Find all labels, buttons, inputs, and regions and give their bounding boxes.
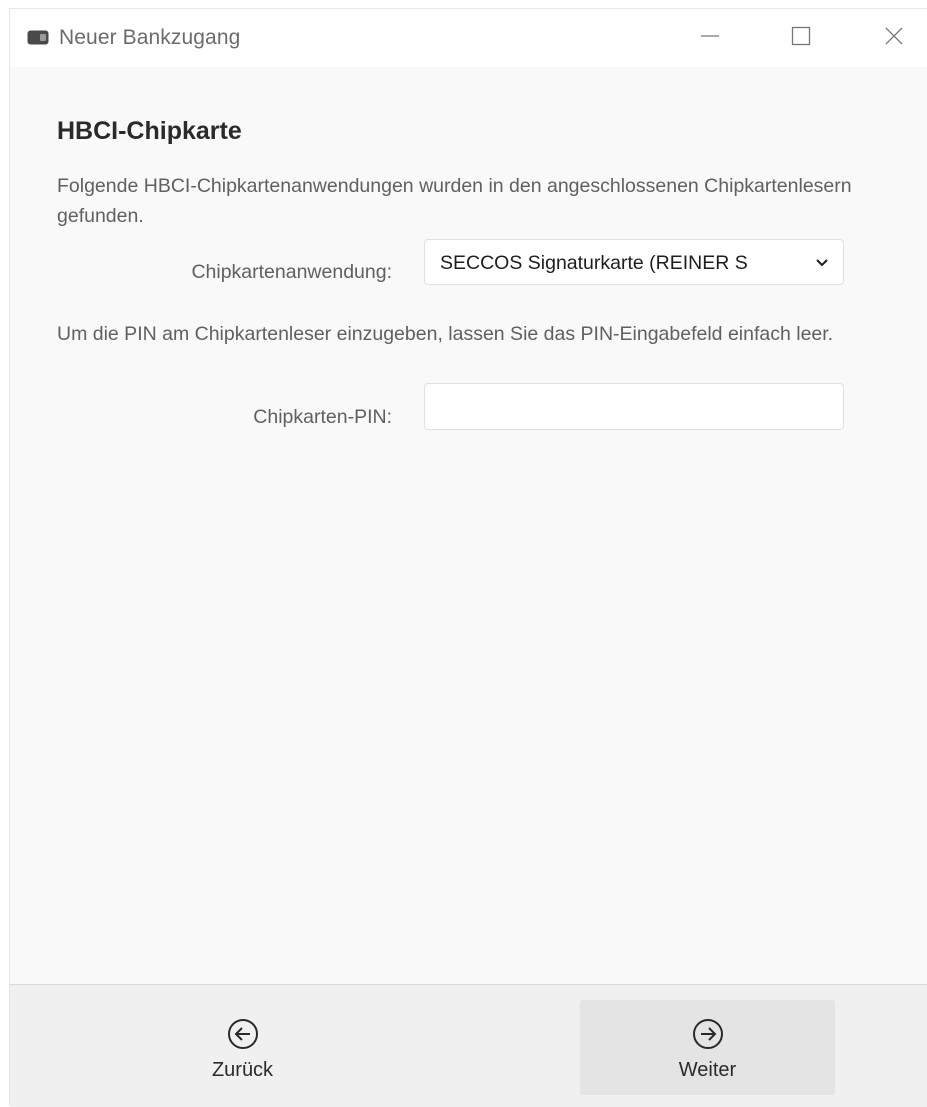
arrow-right-circle-icon (692, 1018, 724, 1050)
pin-input[interactable] (424, 383, 844, 430)
maximize-icon (791, 26, 811, 51)
application-select-value: SECCOS Signaturkarte (REINER S (440, 252, 748, 274)
back-button-label: Zurück (211, 1059, 274, 1081)
minimize-icon (700, 26, 720, 51)
close-icon (884, 26, 904, 51)
minimize-button[interactable] (690, 23, 730, 53)
description-text: Folgende HBCI-Chipkartenanwendungen wurd… (57, 175, 852, 227)
maximize-button[interactable] (781, 23, 821, 53)
back-button[interactable]: Zurück (115, 1000, 370, 1095)
page-title: HBCI-Chipkarte (57, 117, 242, 145)
close-button[interactable] (874, 23, 914, 53)
title-bar: Neuer Bankzugang (10, 9, 927, 67)
chevron-down-icon (815, 256, 829, 268)
dialog-window: Neuer Bankzugang HBCI-Chipkarte Folgende… (9, 8, 927, 1107)
card-reader-icon (27, 30, 49, 45)
arrow-left-circle-icon (227, 1018, 259, 1050)
application-label: Chipkartenanwendung: (191, 261, 392, 283)
pin-hint-text: Um die PIN am Chipkartenleser einzugeben… (57, 323, 834, 345)
footer-bar: Zurück Weiter (10, 984, 927, 1107)
pin-label: Chipkarten-PIN: (253, 406, 392, 428)
next-button[interactable]: Weiter (580, 1000, 835, 1095)
window-title: Neuer Bankzugang (59, 26, 241, 49)
application-select[interactable]: SECCOS Signaturkarte (REINER S (424, 239, 844, 285)
next-button-label: Weiter (678, 1059, 737, 1081)
